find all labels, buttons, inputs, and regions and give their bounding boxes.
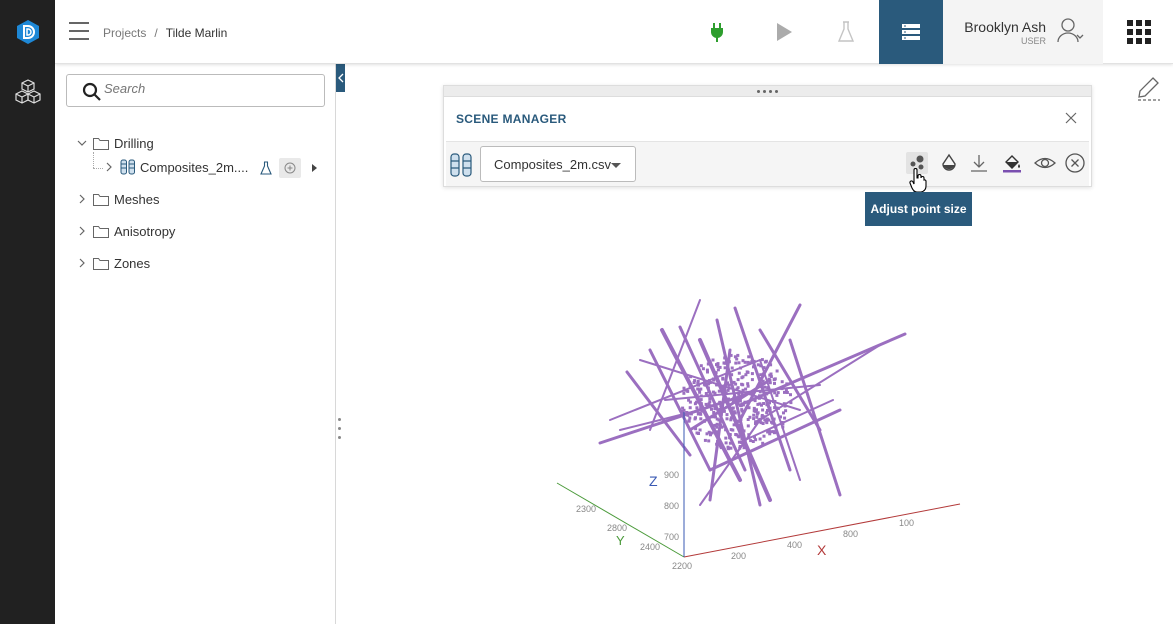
menu-icon[interactable] — [69, 22, 89, 40]
breadcrumb: Projects / Tilde Marlin — [103, 26, 227, 40]
download-icon[interactable] — [968, 152, 990, 174]
chevron-right-icon[interactable] — [77, 258, 87, 268]
chevron-left-icon — [338, 73, 344, 83]
eye-icon[interactable] — [1034, 152, 1056, 174]
caret-down-icon — [611, 163, 621, 168]
breadcrumb-projects-link[interactable]: Projects — [103, 26, 146, 40]
tree-connector — [93, 152, 94, 168]
project-tree-panel: Drilling Composites_2m.... Meshes Anisot… — [55, 64, 336, 624]
collapse-panel-button[interactable] — [336, 64, 345, 92]
app-rail — [0, 0, 55, 624]
opacity-icon[interactable] — [938, 152, 960, 174]
scene-layer-row: Composites_2m.csv — [446, 141, 1089, 186]
user-menu[interactable]: Brooklyn Ash USER — [943, 0, 1103, 64]
tree-item-meshes[interactable]: Meshes — [77, 188, 160, 210]
top-bar: Projects / Tilde Marlin Brooklyn Ash USER — [55, 0, 1173, 64]
panel-resize-handle[interactable] — [338, 418, 342, 448]
chevron-right-icon[interactable] — [77, 226, 87, 236]
tree-item-actions — [260, 158, 317, 178]
drillholes-icon — [450, 153, 472, 177]
scene-manager-panel: SCENE MANAGER Composites_2m.csv — [443, 85, 1092, 187]
app-logo-icon[interactable] — [16, 19, 40, 45]
search-icon — [82, 82, 101, 101]
panel-title: SCENE MANAGER — [456, 112, 567, 126]
folder-icon — [93, 193, 109, 206]
flask-icon[interactable] — [260, 161, 272, 175]
expand-actions-icon[interactable] — [312, 164, 317, 172]
tree-item-drilling[interactable]: Drilling — [77, 132, 154, 154]
dataset-select[interactable]: Composites_2m.csv — [480, 146, 636, 182]
search-input[interactable] — [104, 81, 304, 96]
scene-manager-button[interactable] — [879, 0, 943, 64]
breadcrumb-current: Tilde Marlin — [165, 26, 228, 40]
tree-connector — [93, 168, 103, 169]
tooltip: Adjust point size — [865, 187, 972, 226]
tree-item-label: Drilling — [114, 135, 154, 151]
chevron-right-icon[interactable] — [104, 162, 114, 172]
tree-item-label: Composites_2m.... — [140, 159, 249, 175]
play-icon[interactable] — [774, 22, 794, 42]
tree-item-label: Anisotropy — [114, 223, 176, 239]
panel-drag-grip[interactable] — [444, 86, 1091, 97]
hand-cursor-icon — [909, 168, 927, 192]
user-icon — [1057, 18, 1084, 43]
search-box[interactable] — [66, 74, 325, 107]
add-to-scene-button[interactable] — [279, 158, 301, 178]
color-fill-icon[interactable] — [1001, 152, 1023, 174]
breadcrumb-separator: / — [154, 26, 158, 40]
user-name: Brooklyn Ash — [964, 19, 1046, 35]
plug-icon[interactable] — [710, 22, 724, 42]
chevron-down-icon[interactable] — [77, 138, 87, 148]
tree-item-composites[interactable]: Composites_2m.... — [104, 156, 248, 178]
close-icon[interactable] — [1064, 111, 1078, 125]
drillholes-icon — [120, 159, 135, 175]
folder-icon — [93, 137, 109, 150]
folder-icon — [93, 225, 109, 238]
dataset-select-value: Composites_2m.csv — [494, 157, 612, 172]
tree-item-label: Zones — [114, 255, 151, 271]
remove-icon[interactable] — [1064, 152, 1086, 174]
tree-item-label: Meshes — [114, 191, 160, 207]
chevron-right-icon[interactable] — [77, 194, 87, 204]
layers-icon — [902, 24, 920, 40]
user-role: USER — [1020, 36, 1046, 46]
flask-icon[interactable] — [836, 20, 856, 44]
cubes-icon[interactable] — [15, 78, 41, 106]
apps-grid-icon[interactable] — [1127, 20, 1151, 44]
plus-circle-icon — [284, 162, 296, 174]
tree-item-anisotropy[interactable]: Anisotropy — [77, 220, 175, 242]
tree-item-zones[interactable]: Zones — [77, 252, 150, 274]
pencil-icon[interactable] — [1136, 76, 1162, 102]
folder-icon — [93, 257, 109, 270]
